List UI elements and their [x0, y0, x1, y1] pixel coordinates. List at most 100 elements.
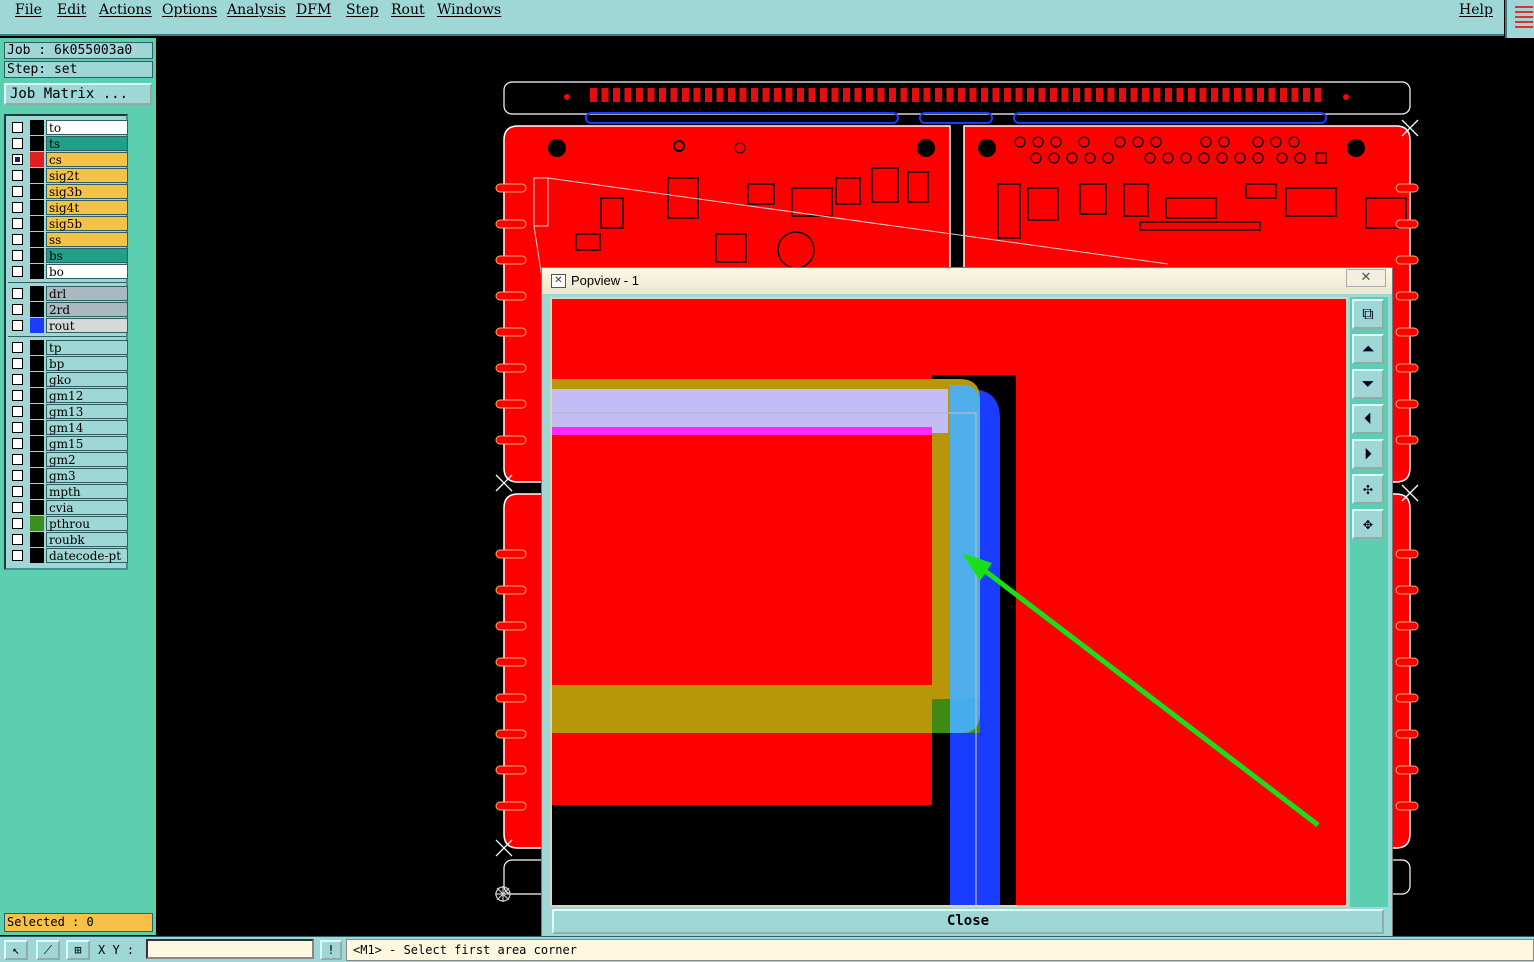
layer-color-swatch[interactable]	[30, 152, 44, 167]
layer-color-swatch[interactable]	[30, 532, 44, 547]
menu-actions[interactable]: Actions	[99, 2, 152, 18]
layer-checkbox[interactable]	[12, 390, 23, 401]
layer-name[interactable]: bs	[46, 248, 128, 263]
layer-checkbox[interactable]	[12, 358, 23, 369]
layer-name[interactable]: bp	[46, 356, 128, 371]
layer-color-swatch[interactable]	[30, 264, 44, 279]
layer-checkbox[interactable]	[12, 374, 23, 385]
layer-row-pthrou[interactable]: pthrou	[10, 516, 128, 531]
pan-left-icon[interactable]: ⏴	[1352, 404, 1384, 434]
layer-row-sig5b[interactable]: sig5b	[10, 216, 128, 231]
layer-checkbox[interactable]	[12, 422, 23, 433]
layer-name[interactable]: gko	[46, 372, 128, 387]
layer-color-swatch[interactable]	[30, 436, 44, 451]
zoom-out-icon[interactable]: ✥	[1352, 509, 1384, 539]
layer-row-gko[interactable]: gko	[10, 372, 128, 387]
tray-icon[interactable]	[1505, 0, 1534, 38]
layer-checkbox[interactable]	[12, 502, 23, 513]
layer-name[interactable]: to	[46, 120, 128, 135]
layer-color-swatch[interactable]	[30, 468, 44, 483]
layer-checkbox[interactable]	[12, 170, 23, 181]
layer-checkbox[interactable]	[12, 486, 23, 497]
layer-color-swatch[interactable]	[30, 286, 44, 301]
layer-row-bo[interactable]: bo	[10, 264, 128, 279]
layer-row-gm15[interactable]: gm15	[10, 436, 128, 451]
layer-name[interactable]: ts	[46, 136, 128, 151]
select-arrow-icon[interactable]: ↖	[4, 940, 28, 960]
layer-name[interactable]: sig3b	[46, 184, 128, 199]
layer-name[interactable]: datecode-pt	[46, 548, 128, 563]
layer-checkbox[interactable]	[12, 304, 23, 315]
layer-color-swatch[interactable]	[30, 404, 44, 419]
layer-name[interactable]: pthrou	[46, 516, 128, 531]
layer-name[interactable]: cs	[46, 152, 128, 167]
layer-color-swatch[interactable]	[30, 232, 44, 247]
menu-options[interactable]: Options	[162, 2, 217, 18]
layer-color-swatch[interactable]	[30, 200, 44, 215]
layer-row-tp[interactable]: tp	[10, 340, 128, 355]
zoom-in-icon[interactable]: ✣	[1352, 474, 1384, 504]
layer-row-gm12[interactable]: gm12	[10, 388, 128, 403]
xy-input[interactable]	[146, 939, 314, 959]
layer-name[interactable]: drl	[46, 286, 128, 301]
menu-help[interactable]: Help	[1459, 2, 1493, 18]
layer-row-cs[interactable]: cs	[10, 152, 128, 167]
layer-checkbox[interactable]	[12, 454, 23, 465]
layer-row-rout[interactable]: rout	[10, 318, 128, 333]
layer-row-gm13[interactable]: gm13	[10, 404, 128, 419]
menu-windows[interactable]: Windows	[437, 2, 501, 18]
zoom-window-icon[interactable]: ⧉	[1352, 299, 1384, 329]
layer-name[interactable]: mpth	[46, 484, 128, 499]
layer-row-bs[interactable]: bs	[10, 248, 128, 263]
layer-row-datecode-pt[interactable]: datecode-pt	[10, 548, 128, 563]
menu-rout[interactable]: Rout	[391, 2, 425, 18]
layer-name[interactable]: sig5b	[46, 216, 128, 231]
layer-row-roubk[interactable]: roubk	[10, 532, 128, 547]
menu-dfm[interactable]: DFM	[296, 2, 331, 18]
layer-checkbox[interactable]	[12, 342, 23, 353]
layer-name[interactable]: gm2	[46, 452, 128, 467]
layer-checkbox[interactable]	[12, 234, 23, 245]
pan-down-icon[interactable]: ⏷	[1352, 369, 1384, 399]
layer-name[interactable]: gm12	[46, 388, 128, 403]
layer-row-ts[interactable]: ts	[10, 136, 128, 151]
layer-color-swatch[interactable]	[30, 340, 44, 355]
layer-row-drl[interactable]: drl	[10, 286, 128, 301]
layer-color-swatch[interactable]	[30, 318, 44, 333]
layer-color-swatch[interactable]	[30, 248, 44, 263]
layer-color-swatch[interactable]	[30, 356, 44, 371]
pan-up-icon[interactable]: ⏶	[1352, 334, 1384, 364]
layer-checkbox[interactable]	[12, 470, 23, 481]
layer-name[interactable]: 2rd	[46, 302, 128, 317]
layer-color-swatch[interactable]	[30, 548, 44, 563]
layer-name[interactable]: roubk	[46, 532, 128, 547]
layer-name[interactable]: sig4t	[46, 200, 128, 215]
measure-icon[interactable]: ⟋	[36, 940, 60, 960]
layer-checkbox[interactable]	[12, 186, 23, 197]
layer-name[interactable]: gm13	[46, 404, 128, 419]
menu-analysis[interactable]: Analysis	[227, 2, 286, 18]
layer-row-ss[interactable]: ss	[10, 232, 128, 247]
close-icon[interactable]: ✕	[1346, 269, 1386, 287]
layer-row-sig2t[interactable]: sig2t	[10, 168, 128, 183]
layer-row-bp[interactable]: bp	[10, 356, 128, 371]
layer-name[interactable]: tp	[46, 340, 128, 355]
layer-checkbox[interactable]	[12, 438, 23, 449]
layer-name[interactable]: sig2t	[46, 168, 128, 183]
layer-name[interactable]: ss	[46, 232, 128, 247]
grid-icon[interactable]: ⊞	[66, 940, 90, 960]
layer-checkbox[interactable]	[12, 202, 23, 213]
layer-color-swatch[interactable]	[30, 516, 44, 531]
layer-checkbox[interactable]	[12, 406, 23, 417]
layer-row-gm2[interactable]: gm2	[10, 452, 128, 467]
layer-color-swatch[interactable]	[30, 372, 44, 387]
layer-row-sig4t[interactable]: sig4t	[10, 200, 128, 215]
layer-checkbox[interactable]	[12, 534, 23, 545]
layer-checkbox[interactable]	[12, 218, 23, 229]
layer-row-gm14[interactable]: gm14	[10, 420, 128, 435]
layer-color-swatch[interactable]	[30, 216, 44, 231]
layer-checkbox[interactable]	[12, 288, 23, 299]
layer-checkbox[interactable]	[12, 250, 23, 261]
layer-color-swatch[interactable]	[30, 168, 44, 183]
layer-color-swatch[interactable]	[30, 420, 44, 435]
